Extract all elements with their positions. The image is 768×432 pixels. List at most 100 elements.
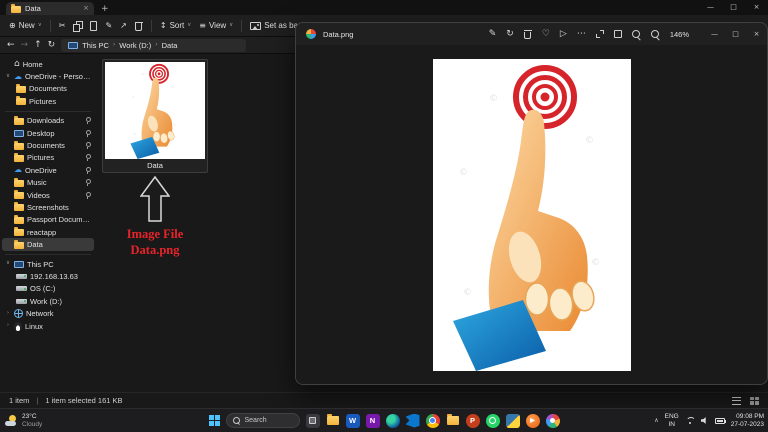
hidden-icons-chevron[interactable]: ∧	[654, 417, 658, 424]
fit-to-window-icon[interactable]	[613, 30, 622, 38]
word-icon[interactable]: W	[345, 413, 360, 428]
sidebar-item-work-d[interactable]: Work (D:)	[2, 295, 94, 307]
breadcrumb-data[interactable]: Data	[162, 41, 178, 50]
sidebar-item-reactapp[interactable]: reactapp	[2, 226, 94, 238]
more-options-icon[interactable]: ⋯	[577, 29, 586, 39]
chrome-icon[interactable]	[425, 413, 440, 428]
view-button[interactable]: ≡ View ∨	[199, 21, 233, 30]
task-view-icon[interactable]	[305, 413, 320, 428]
sidebar-item-passport-documents[interactable]: Passport Documents	[2, 214, 94, 226]
sidebar-item-videos[interactable]: Videos	[2, 189, 94, 201]
zoom-in-icon[interactable]	[650, 29, 660, 39]
rename-button[interactable]: ✎	[105, 21, 112, 30]
copy-button[interactable]	[73, 20, 84, 32]
tab-close-icon[interactable]: ×	[83, 5, 89, 12]
edit-icon[interactable]: ✎	[489, 29, 497, 39]
paste-button[interactable]	[90, 20, 98, 31]
favorite-heart-icon[interactable]: ♡	[542, 29, 550, 39]
powerpoint-icon[interactable]: P	[465, 413, 480, 428]
sidebar-item-downloads[interactable]: Downloads	[2, 115, 94, 127]
sidebar-item-onedrive[interactable]: ☁ OneDrive	[2, 164, 94, 176]
explorer-tab-data[interactable]: Data ×	[6, 2, 94, 15]
chevron-down-icon[interactable]: ∨	[5, 73, 11, 80]
sidebar-item-data[interactable]: Data	[2, 238, 94, 251]
chevron-down-icon: ∨	[229, 21, 234, 28]
taskbar-search[interactable]: Search	[225, 413, 300, 428]
sidebar-item-desktop[interactable]: Desktop	[2, 127, 94, 139]
new-button[interactable]: ⊕ New ∨	[9, 21, 42, 30]
sidebar-item-documents[interactable]: Documents	[2, 83, 94, 95]
wifi-icon[interactable]	[685, 417, 695, 425]
toolbar-divider	[49, 19, 51, 32]
chevron-right-icon[interactable]: ›	[5, 310, 11, 317]
fullscreen-icon[interactable]	[595, 30, 604, 38]
sidebar-item-pictures[interactable]: Pictures	[2, 95, 94, 107]
python-icon[interactable]	[505, 413, 520, 428]
breadcrumb-work-d[interactable]: Work (D:)	[119, 41, 151, 50]
photos-title-bar: Data.png ✎ ↻ ♡ ▷ ⋯ 146% — □ ×	[296, 23, 767, 45]
folder-icon	[16, 83, 26, 93]
folder-shortcut-icon[interactable]	[446, 414, 460, 428]
breadcrumb[interactable]: This PC › Work (D:) › Data	[61, 38, 247, 52]
weather-temp: 23°C	[22, 412, 37, 420]
breadcrumb-this-pc[interactable]: This PC	[82, 41, 109, 50]
delete-icon[interactable]	[523, 29, 532, 39]
vscode-icon[interactable]	[405, 413, 420, 428]
media-player-icon[interactable]: ▶	[525, 413, 540, 428]
thumbnail-view-toggle[interactable]	[750, 396, 759, 405]
clock[interactable]: 09:08 PM 27-07-2023	[731, 413, 764, 429]
sidebar-item-os-c[interactable]: OS (C:)	[2, 283, 94, 295]
maximize-button[interactable]: □	[722, 0, 745, 15]
sidebar-item-music[interactable]: Music	[2, 177, 94, 189]
start-button[interactable]	[208, 415, 220, 426]
sidebar-item-onedrive-personal[interactable]: ∨ ☁ OneDrive - Personal	[2, 70, 94, 82]
edge-icon[interactable]	[385, 413, 400, 428]
new-tab-button[interactable]: +	[101, 5, 109, 14]
slideshow-icon[interactable]: ▷	[560, 29, 567, 39]
photos-app-icon	[306, 29, 316, 39]
sidebar-item-network[interactable]: › Network	[2, 307, 94, 319]
minimize-button[interactable]: —	[699, 0, 722, 15]
sidebar-item-home[interactable]: ⌂ Home	[2, 58, 94, 70]
zoom-out-icon[interactable]	[631, 29, 641, 39]
cut-button[interactable]: ✂	[59, 21, 66, 30]
language-indicator[interactable]: ENG IN	[665, 413, 679, 428]
minimize-button[interactable]: —	[704, 23, 725, 45]
maximize-button[interactable]: □	[725, 23, 746, 45]
onenote-icon[interactable]: N	[365, 413, 380, 428]
desktop-icon	[14, 129, 24, 137]
file-item-data-png[interactable]: Data	[102, 59, 208, 173]
sidebar-item-linux[interactable]: › Linux	[2, 320, 94, 332]
delete-button[interactable]	[134, 21, 143, 31]
new-icon: ⊕	[9, 20, 16, 30]
share-button[interactable]: ↗	[120, 21, 127, 30]
close-button[interactable]: ×	[745, 0, 768, 15]
up-button[interactable]: ↑	[34, 40, 42, 50]
file-explorer-icon[interactable]	[326, 414, 340, 428]
chevron-down-icon[interactable]: ∨	[5, 261, 11, 267]
sort-button[interactable]: ↕ Sort ∨	[160, 21, 191, 30]
weather-widget[interactable]: 23°C Cloudy	[5, 413, 42, 429]
battery-icon[interactable]	[714, 417, 727, 424]
forward-button[interactable]: →	[21, 40, 29, 50]
navigation-pane: ⌂ Home ∨ ☁ OneDrive - Personal Documents Pi…	[0, 54, 96, 392]
photos-app-icon[interactable]	[545, 413, 560, 428]
details-view-toggle[interactable]	[732, 396, 741, 405]
rotate-icon[interactable]: ↻	[506, 29, 514, 39]
sidebar-item-documents-pinned[interactable]: Documents	[2, 139, 94, 151]
close-button[interactable]: ×	[746, 23, 767, 45]
back-button[interactable]: ←	[7, 40, 15, 50]
whatsapp-icon[interactable]	[485, 413, 500, 428]
zoom-level[interactable]: 146%	[670, 30, 689, 39]
sidebar-item-network-drive[interactable]: 192.168.13.63	[2, 270, 94, 282]
volume-icon[interactable]	[700, 417, 706, 424]
sidebar-item-this-pc[interactable]: ∨ This PC	[2, 258, 94, 270]
file-name-label: Data	[147, 161, 163, 170]
sidebar-item-pictures-pinned[interactable]: Pictures	[2, 152, 94, 164]
taskbar-center: Search W N P ▶	[208, 413, 560, 428]
refresh-button[interactable]: ↻	[48, 40, 56, 50]
sidebar-item-screenshots[interactable]: Screenshots	[2, 201, 94, 213]
chevron-right-icon[interactable]: ›	[5, 323, 11, 329]
sort-label: Sort	[169, 21, 185, 30]
folder-icon	[16, 96, 26, 106]
